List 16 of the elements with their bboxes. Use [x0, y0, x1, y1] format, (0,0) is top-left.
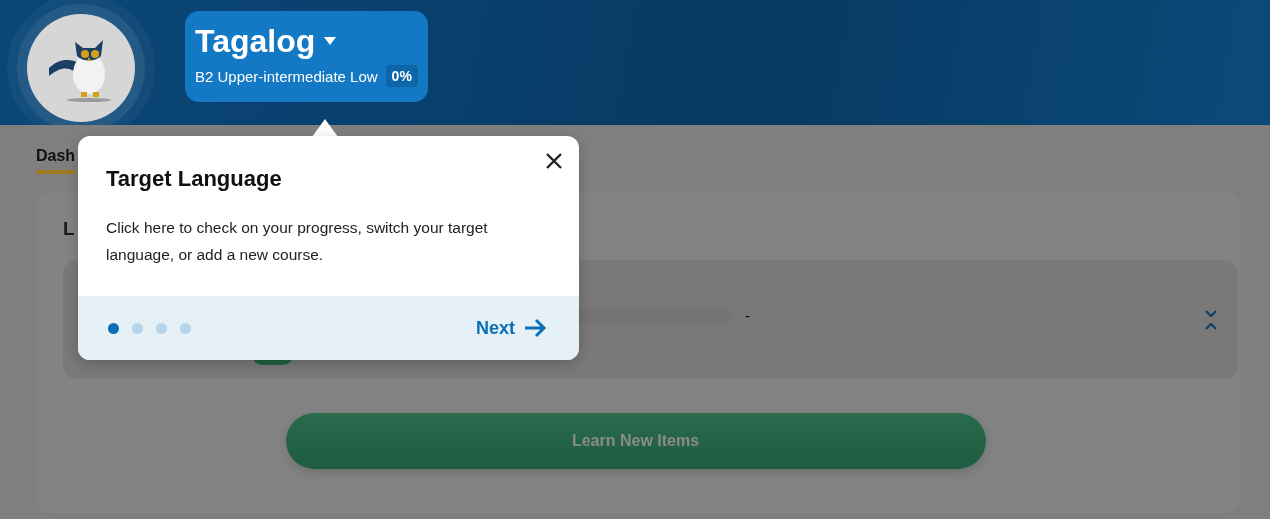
progress-badge: 0% — [385, 65, 418, 87]
step-dot[interactable] — [108, 322, 119, 334]
expand-icon[interactable] — [1204, 308, 1218, 331]
avatar[interactable] — [27, 14, 135, 122]
popover-title: Target Language — [106, 166, 283, 192]
popover-text: Click here to check on your progress, switch your target language, or add a new course. — [106, 218, 489, 265]
level-label: B2 Upper-intermediate Low — [195, 67, 378, 85]
step-dot[interactable] — [132, 322, 143, 334]
language-button[interactable]: Tagalog B2 Upper-intermediate Low 0% — [185, 11, 428, 102]
caret-icon — [323, 37, 338, 45]
step-dot[interactable] — [180, 322, 191, 334]
card-title: L — [63, 218, 75, 240]
next-button[interactable]: Next — [476, 317, 547, 339]
step-dot[interactable] — [156, 322, 167, 334]
arrow-icon — [523, 318, 547, 338]
progress-reading: - — [745, 307, 750, 324]
